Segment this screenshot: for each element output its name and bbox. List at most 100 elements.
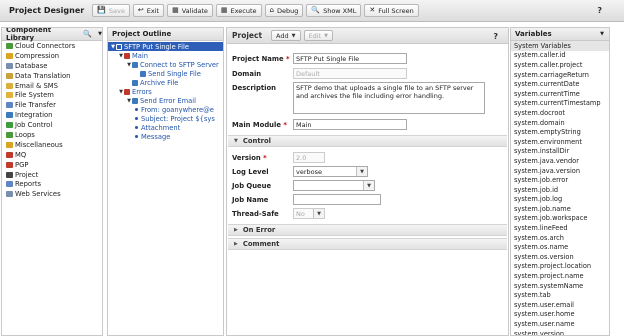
job-name-field[interactable] — [293, 194, 381, 205]
variable-item[interactable]: system.installDir — [511, 147, 609, 157]
comment-section[interactable]: ▶ Comment — [228, 238, 507, 250]
on-error-section[interactable]: ▶ On Error — [228, 224, 507, 236]
variable-item[interactable]: system.os.name — [511, 242, 609, 252]
variable-item[interactable]: system.user.home — [511, 310, 609, 320]
toolbar-buttons: 💾 Save ↩ Exit ▦ Validate ▦ Execute ⌂ Debug 🔍 Show X… — [92, 4, 422, 17]
help-icon[interactable]: ? — [597, 6, 602, 15]
category-icon — [6, 191, 13, 198]
project-name-field[interactable]: SFTP Put Single File — [293, 53, 407, 64]
variable-item[interactable]: system.carriageReturn — [511, 70, 609, 80]
edit-button-label: Edit — [308, 31, 322, 40]
variable-item[interactable]: system.project.location — [511, 262, 609, 272]
variable-item[interactable]: system.job.workspace — [511, 214, 609, 224]
outline-node[interactable]: ▼ Connect to SFTP Server — [108, 60, 223, 69]
variable-item[interactable]: system.docroot — [511, 108, 609, 118]
log-level-select[interactable]: verbose ▼ — [293, 166, 368, 177]
library-item[interactable]: MQ — [2, 150, 102, 160]
library-item[interactable]: Compression — [2, 51, 102, 61]
main-module-label: Main Module * — [232, 121, 287, 129]
library-item[interactable]: PGP — [2, 160, 102, 170]
outline-node[interactable]: ▼ Errors — [108, 87, 223, 96]
debug-button[interactable]: ⌂ Debug — [264, 4, 304, 17]
bullet-icon — [135, 135, 138, 138]
variable-item[interactable]: system.job.log — [511, 195, 609, 205]
full-screen-button[interactable]: ✕ Full Screen — [364, 4, 419, 17]
chevron-down-icon[interactable]: ▼ — [98, 31, 102, 37]
variable-item[interactable]: system.version — [511, 329, 609, 335]
thread-safe-value: No — [296, 210, 305, 218]
variable-item[interactable]: system.project.name — [511, 271, 609, 281]
chevron-down-icon[interactable]: ▼ — [600, 31, 604, 37]
component-library-panel: Component Library 🔍 ▼ Cloud Connectors Co… — [1, 27, 103, 336]
search-icon[interactable]: 🔍 — [83, 30, 92, 38]
job-queue-select[interactable]: ▼ — [293, 180, 375, 191]
save-button[interactable]: 💾 Save — [92, 4, 130, 17]
outline-node[interactable]: ▼ SFTP Put Single File — [108, 42, 223, 51]
library-item-label: Database — [15, 61, 48, 70]
variable-item[interactable]: system.caller.id — [511, 51, 609, 61]
library-item-label: Data Translation — [15, 71, 71, 80]
library-item[interactable]: Job Control — [2, 120, 102, 130]
library-item[interactable]: Loops — [2, 130, 102, 140]
variables-group-header[interactable]: System Variables — [511, 41, 609, 51]
outline-node[interactable]: Subject: Project ${sys — [108, 114, 223, 123]
top-toolbar: Project Designer 💾 Save ↩ Exit ▦ Validate ▦ Exe… — [0, 0, 624, 22]
variable-item[interactable]: system.systemName — [511, 281, 609, 291]
outline-node[interactable]: Message — [108, 132, 223, 141]
component-list: Cloud Connectors Compression Database Data … — [2, 41, 102, 199]
variable-item[interactable]: system.caller.project — [511, 60, 609, 70]
library-item[interactable]: Reports — [2, 179, 102, 189]
variable-item[interactable]: system.java.version — [511, 166, 609, 176]
main-module-field[interactable]: Main — [293, 119, 407, 130]
validate-button[interactable]: ▦ Validate — [167, 4, 213, 17]
variable-item[interactable]: system.user.name — [511, 319, 609, 329]
library-item[interactable]: File Transfer — [2, 100, 102, 110]
library-item[interactable]: Email & SMS — [2, 81, 102, 91]
outline-node[interactable]: ▼ Main — [108, 51, 223, 60]
library-item[interactable]: Miscellaneous — [2, 140, 102, 150]
add-button-label: Add — [276, 31, 289, 40]
library-item[interactable]: Database — [2, 61, 102, 71]
variable-item[interactable]: system.currentTime — [511, 89, 609, 99]
library-item[interactable]: Cloud Connectors — [2, 41, 102, 51]
library-item[interactable]: Integration — [2, 110, 102, 120]
library-item[interactable]: Web Services — [2, 189, 102, 199]
library-item[interactable]: Data Translation — [2, 71, 102, 81]
outline-node-label: Subject: Project ${sys — [141, 114, 215, 123]
outline-node[interactable]: Attachment — [108, 123, 223, 132]
outline-node[interactable]: From: goanywhere@e — [108, 105, 223, 114]
outline-node[interactable]: Send Single File — [108, 69, 223, 78]
variable-item[interactable]: system.job.error — [511, 175, 609, 185]
outline-node-label: Connect to SFTP Server — [140, 60, 219, 69]
library-item-label: Reports — [15, 180, 42, 189]
variable-item[interactable]: system.tab — [511, 290, 609, 300]
variable-item[interactable]: system.environment — [511, 137, 609, 147]
description-field[interactable]: SFTP demo that uploads a single file to … — [293, 82, 485, 114]
edit-button[interactable]: Edit ▼ — [303, 30, 333, 41]
variable-item[interactable]: system.domain — [511, 118, 609, 128]
editor-help-icon[interactable]: ? — [493, 32, 498, 41]
debug-button-label: Debug — [276, 6, 299, 15]
control-section[interactable]: ▼ Control — [228, 135, 507, 147]
library-item[interactable]: File System — [2, 90, 102, 100]
outline-node[interactable]: ▼ Send Error Email — [108, 96, 223, 105]
outline-node[interactable]: Archive File — [108, 78, 223, 87]
variable-item[interactable]: system.os.arch — [511, 233, 609, 243]
variable-item[interactable]: system.currentDate — [511, 79, 609, 89]
variable-item[interactable]: system.job.name — [511, 204, 609, 214]
variable-item[interactable]: system.emptyString — [511, 127, 609, 137]
variable-item[interactable]: system.java.vendor — [511, 156, 609, 166]
variable-item[interactable]: system.user.email — [511, 300, 609, 310]
show-xml-button[interactable]: 🔍 Show XML — [306, 4, 362, 17]
variable-item[interactable]: system.os.version — [511, 252, 609, 262]
exit-button[interactable]: ↩ Exit — [132, 4, 165, 17]
execute-button[interactable]: ▦ Execute — [215, 4, 262, 17]
variable-item[interactable]: system.lineFeed — [511, 223, 609, 233]
library-item-label: Compression — [15, 51, 60, 60]
variable-item[interactable]: system.currentTimestamp — [511, 99, 609, 109]
variable-item[interactable]: system.job.id — [511, 185, 609, 195]
library-item[interactable]: Project — [2, 170, 102, 180]
add-button[interactable]: Add ▼ — [271, 30, 301, 41]
library-item-label: Loops — [15, 130, 35, 139]
thread-safe-select: No ▼ — [293, 208, 325, 219]
